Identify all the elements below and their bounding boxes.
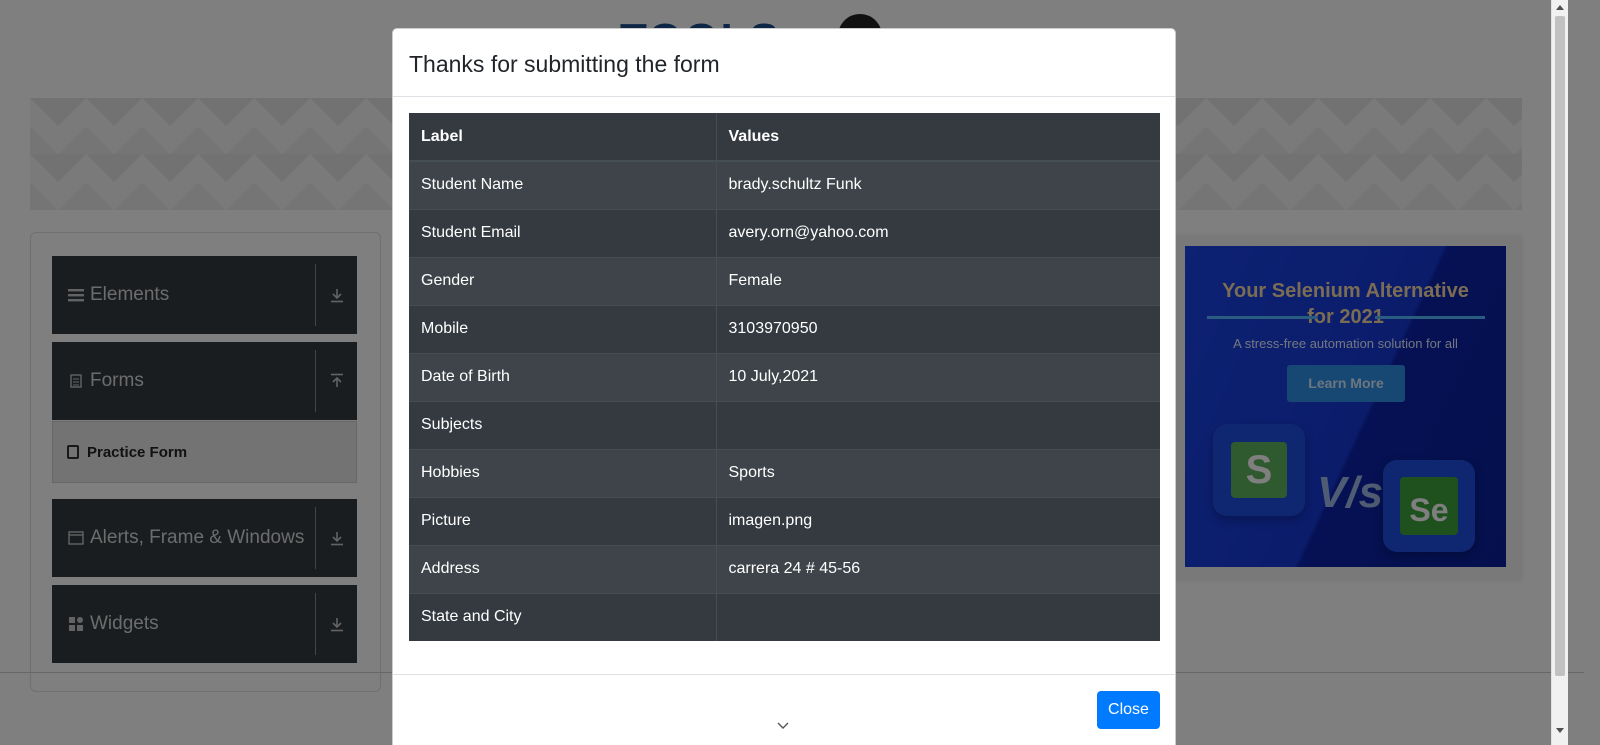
row-label: Date of Birth [409,352,716,401]
row-label: Address [409,544,716,593]
table-row: Student Email avery.orn@yahoo.com [409,208,1160,257]
page-scrollbar[interactable] [1551,0,1568,745]
row-label: Hobbies [409,448,716,497]
table-row: Hobbies Sports [409,448,1160,497]
row-value: brady.schultz Funk [715,160,1160,209]
table-row: Mobile 3103970950 [409,304,1160,353]
scroll-thumb[interactable] [1555,16,1565,676]
row-label: Picture [409,496,716,545]
column-header-label: Label [409,113,716,162]
row-label: Mobile [409,304,716,353]
table-row: State and City [409,592,1160,641]
table-row: Picture imagen.png [409,496,1160,545]
row-value [715,592,1160,641]
column-header-values: Values [715,113,1160,162]
row-label: State and City [409,592,716,641]
table-row: Date of Birth 10 July,2021 [409,352,1160,401]
table-row: Address carrera 24 # 45-56 [409,544,1160,593]
row-label: Student Email [409,208,716,257]
row-label: Student Name [409,160,716,209]
scroll-up-arrow-icon[interactable] [1556,5,1564,10]
row-value: imagen.png [715,496,1160,545]
modal-header: Thanks for submitting the form [393,29,1175,97]
table-row: Student Name brady.schultz Funk [409,160,1160,209]
table-header-row: Label Values [409,113,1160,162]
submission-table: Label Values Student Name brady.schultz … [409,113,1160,641]
close-button[interactable]: Close [1097,691,1160,729]
table-row: Subjects [409,400,1160,449]
row-value: Sports [715,448,1160,497]
row-value: 3103970950 [715,304,1160,353]
row-value [715,400,1160,449]
row-value: Female [715,256,1160,305]
table-row: Gender Female [409,256,1160,305]
modal-title: Thanks for submitting the form [409,51,720,77]
chevron-down-icon [777,719,789,731]
row-value: carrera 24 # 45-56 [715,544,1160,593]
submission-modal: Thanks for submitting the form Label Val… [392,28,1176,745]
modal-body: Label Values Student Name brady.schultz … [409,113,1160,641]
row-value: 10 July,2021 [715,352,1160,401]
row-label: Gender [409,256,716,305]
modal-footer: Close [393,674,1175,745]
scroll-down-arrow-icon[interactable] [1556,728,1564,733]
row-value: avery.orn@yahoo.com [715,208,1160,257]
row-label: Subjects [409,400,716,449]
